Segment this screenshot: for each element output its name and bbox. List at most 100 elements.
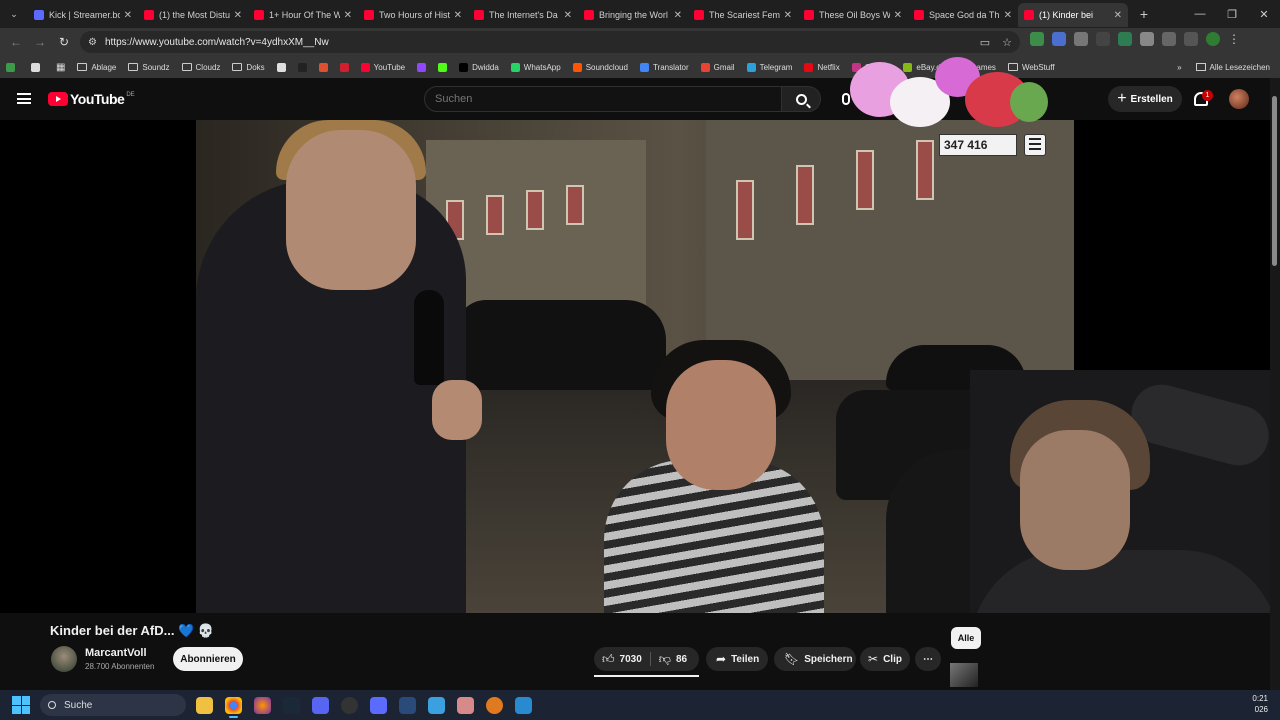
close-window-icon[interactable]: ✕: [1248, 0, 1280, 28]
scrollbar-thumb[interactable]: [1272, 96, 1277, 266]
close-tab-icon[interactable]: ✕: [674, 10, 682, 21]
all-bookmarks[interactable]: » Alle Lesezeichen: [1177, 63, 1270, 72]
app-icon[interactable]: [370, 696, 387, 714]
recommended-thumbnail[interactable]: [950, 663, 978, 687]
taskbar-search[interactable]: Suche: [40, 694, 186, 716]
windows-start-icon[interactable]: [12, 696, 30, 714]
puzzle-icon[interactable]: [1162, 32, 1176, 46]
like-button[interactable]: 👍︎ 7030: [594, 647, 650, 671]
video-frame[interactable]: [196, 120, 1074, 613]
close-tab-icon[interactable]: ✕: [124, 10, 132, 21]
bookmark-item[interactable]: [339, 62, 353, 72]
restore-icon[interactable]: ❐: [1216, 0, 1248, 28]
cast-icon[interactable]: ▭: [980, 36, 990, 49]
clip-button[interactable]: ✂ Clip: [860, 647, 910, 671]
browser-tab[interactable]: These Oil Boys W ✕: [798, 3, 908, 27]
more-actions-icon[interactable]: ⋯: [915, 647, 941, 671]
browser-tab[interactable]: (1) the Most Distu ✕: [138, 3, 248, 27]
bookmark-item[interactable]: Doks: [232, 63, 265, 72]
filter-chip-all[interactable]: Alle: [951, 627, 981, 649]
browser-tab[interactable]: Two Hours of Hist ✕: [358, 3, 468, 27]
menu-dots-icon[interactable]: ⋮: [1228, 32, 1242, 46]
browser-tab[interactable]: Bringing the Worl ✕: [578, 3, 688, 27]
browser-tab[interactable]: 1+ Hour Of The W ✕: [248, 3, 358, 27]
bookmark-item[interactable]: Cloudz: [181, 63, 220, 72]
forward-arrow-icon[interactable]: →: [28, 35, 52, 49]
extension-icon[interactable]: [1030, 32, 1044, 46]
subscribe-button[interactable]: Abonnieren: [173, 647, 243, 671]
app-icon[interactable]: [457, 696, 474, 714]
close-tab-icon[interactable]: ✕: [564, 10, 572, 21]
bookmark-item[interactable]: [417, 62, 430, 72]
bookmark-item[interactable]: [318, 62, 332, 72]
address-bar[interactable]: ⚙ https://www.youtube.com/watch?v=4ydhxX…: [80, 31, 1020, 53]
profile-avatar[interactable]: [1206, 32, 1220, 46]
browser-tab[interactable]: The Internet's Da ✕: [468, 3, 578, 27]
bookmark-item[interactable]: Dwidda: [459, 62, 499, 72]
overflow-chevron-icon[interactable]: »: [1177, 63, 1181, 72]
bookmark-item[interactable]: [297, 62, 311, 72]
search-button[interactable]: [781, 86, 821, 112]
bookmark-item[interactable]: Ablage: [77, 63, 116, 72]
apps-icon[interactable]: [6, 62, 15, 72]
close-tab-icon[interactable]: ✕: [454, 10, 462, 21]
close-tab-icon[interactable]: ✕: [1114, 10, 1122, 21]
minimize-icon[interactable]: —: [1184, 0, 1216, 28]
browser-tab[interactable]: The Scariest Fema ✕: [688, 3, 798, 27]
bookmark-item[interactable]: [276, 62, 290, 72]
notepad-icon[interactable]: [428, 696, 445, 714]
bookmark-item[interactable]: Soundz: [128, 63, 170, 72]
youtube-logo[interactable]: YouTube DE: [48, 91, 135, 107]
list-icon[interactable]: [1024, 134, 1046, 156]
create-button[interactable]: + Erstellen: [1108, 86, 1182, 112]
hamburger-menu-icon[interactable]: [17, 93, 31, 104]
close-tab-icon[interactable]: ✕: [1004, 10, 1012, 21]
bookmark-item[interactable]: Gmail: [700, 62, 735, 72]
bookmark-item[interactable]: Netflix: [804, 62, 840, 72]
browser-tab[interactable]: (1) Kinder bei ✕: [1018, 3, 1128, 27]
bookmark-item[interactable]: Telegram: [746, 62, 792, 72]
app-icon[interactable]: [341, 696, 358, 714]
steam-icon[interactable]: [283, 696, 300, 714]
search-input[interactable]: [424, 86, 782, 112]
close-tab-icon[interactable]: ✕: [894, 10, 902, 21]
browser-tab[interactable]: Kick | Streamer.bo ✕: [28, 3, 138, 27]
dislike-button[interactable]: 👎︎ 86: [651, 647, 695, 671]
chrome-icon[interactable]: [225, 696, 242, 718]
grid-icon[interactable]: ▦: [56, 62, 65, 73]
app-icon[interactable]: [486, 696, 503, 714]
new-tab-button[interactable]: +: [1132, 6, 1156, 22]
bookmark-star-icon[interactable]: ☆: [1002, 36, 1012, 49]
app-icon[interactable]: [399, 696, 416, 714]
tab-search-chevron-icon[interactable]: ⌄: [0, 0, 28, 28]
account-avatar[interactable]: [1229, 89, 1249, 109]
browser-tab[interactable]: Space God da Th ✕: [908, 3, 1018, 27]
site-info-icon[interactable]: ⚙: [88, 37, 97, 48]
bookmark-item[interactable]: Soundcloud: [572, 62, 628, 72]
channel-name[interactable]: MarcantVoll: [85, 647, 147, 659]
back-arrow-icon[interactable]: ←: [4, 35, 28, 49]
extension-icon[interactable]: [1118, 32, 1132, 46]
page-scrollbar[interactable]: [1270, 78, 1280, 690]
discord-icon[interactable]: [312, 696, 329, 714]
media-icon[interactable]: [1184, 32, 1198, 46]
extension-icon[interactable]: [1096, 32, 1110, 46]
close-tab-icon[interactable]: ✕: [784, 10, 792, 21]
system-clock[interactable]: 0:21 026: [1252, 693, 1268, 715]
extension-icon[interactable]: [1140, 32, 1154, 46]
bookmark-item[interactable]: Translator: [639, 62, 689, 72]
close-tab-icon[interactable]: ✕: [234, 10, 242, 21]
close-tab-icon[interactable]: ✕: [344, 10, 352, 21]
firefox-icon[interactable]: [254, 696, 271, 714]
file-explorer-icon[interactable]: [196, 696, 213, 714]
share-button[interactable]: ➦ Teilen: [706, 647, 768, 671]
extension-icon[interactable]: [1074, 32, 1088, 46]
save-button[interactable]: 🔖︎ Speichern: [774, 647, 856, 671]
bookmark-item[interactable]: [438, 62, 451, 72]
tab-groups-icon[interactable]: [31, 62, 40, 72]
bookmark-item[interactable]: WhatsApp: [510, 62, 561, 72]
extension-icon[interactable]: [1052, 32, 1066, 46]
photos-icon[interactable]: [515, 696, 532, 714]
reload-icon[interactable]: ↻: [52, 35, 76, 49]
bookmark-item[interactable]: YouTube: [360, 62, 405, 72]
